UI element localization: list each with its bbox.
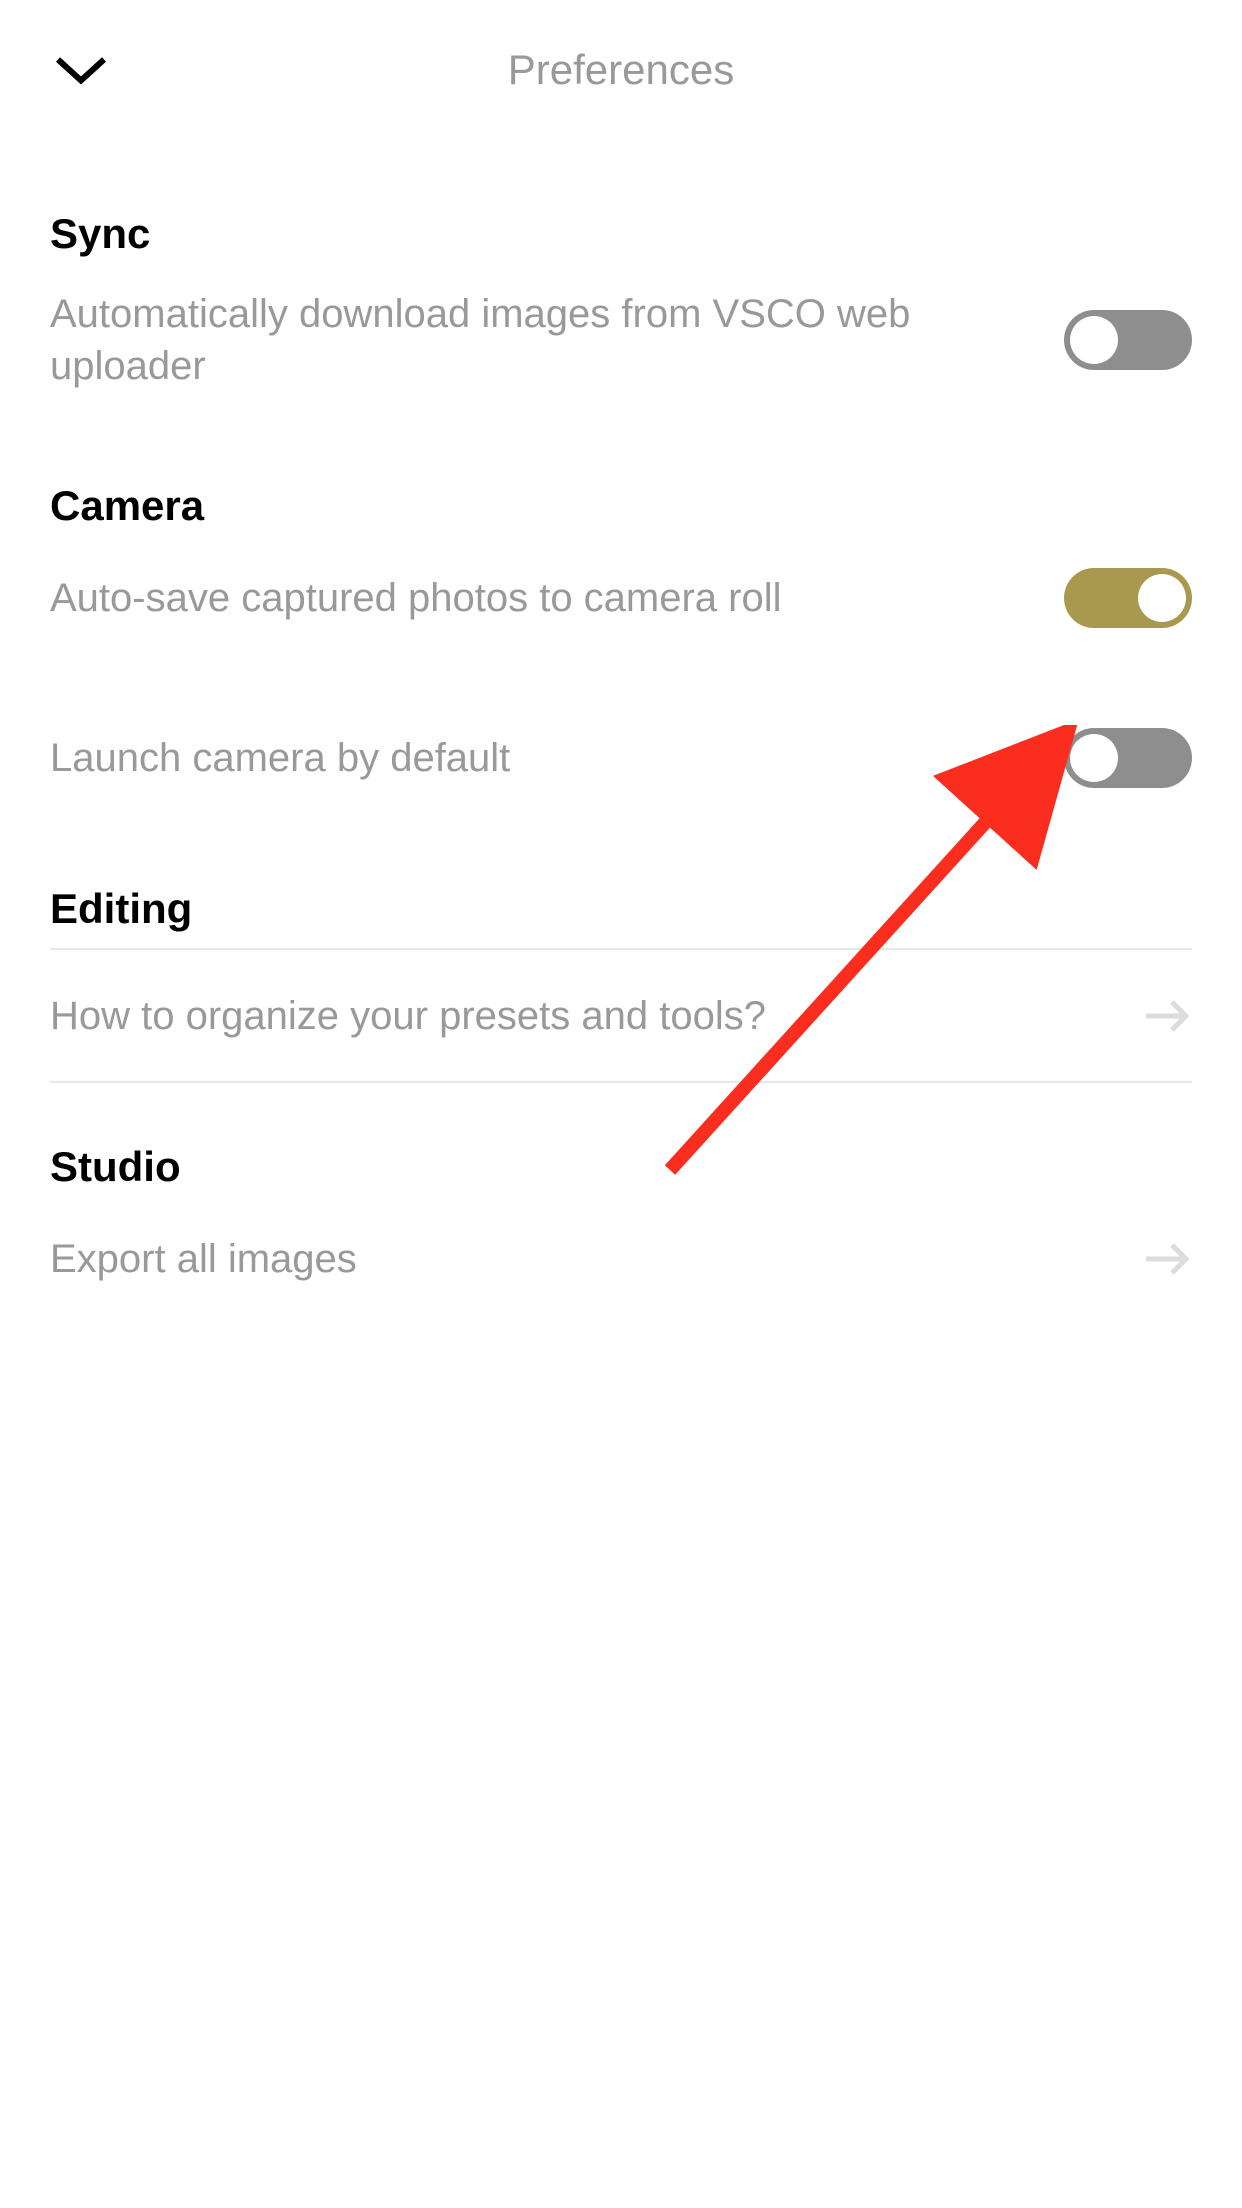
- section-title-editing: Editing: [50, 885, 1192, 933]
- arrow-right-icon: [1144, 996, 1192, 1036]
- toggle-knob: [1138, 574, 1186, 622]
- section-title-studio: Studio: [50, 1143, 1192, 1191]
- organize-presets-label: How to organize your presets and tools?: [50, 990, 766, 1042]
- export-all-label: Export all images: [50, 1233, 357, 1285]
- launch-camera-label: Launch camera by default: [50, 732, 510, 784]
- auto-save-label: Auto-save captured photos to camera roll: [50, 572, 782, 624]
- header: Preferences: [0, 0, 1242, 140]
- row-auto-download: Automatically download images from VSCO …: [50, 258, 1192, 422]
- toggle-knob: [1070, 316, 1118, 364]
- chevron-down-icon: [54, 54, 108, 87]
- arrow-right-icon: [1144, 1239, 1192, 1279]
- section-title-sync: Sync: [50, 210, 1192, 258]
- row-launch-camera: Launch camera by default: [50, 690, 1192, 825]
- toggle-knob: [1070, 734, 1118, 782]
- row-auto-save: Auto-save captured photos to camera roll: [50, 530, 1192, 665]
- auto-download-toggle[interactable]: [1064, 310, 1192, 370]
- auto-save-toggle[interactable]: [1064, 568, 1192, 628]
- launch-camera-toggle[interactable]: [1064, 728, 1192, 788]
- content: Sync Automatically download images from …: [0, 210, 1242, 1326]
- section-title-camera: Camera: [50, 482, 1192, 530]
- back-button[interactable]: [54, 54, 108, 87]
- page-title: Preferences: [508, 46, 734, 94]
- row-organize-presets[interactable]: How to organize your presets and tools?: [50, 948, 1192, 1083]
- auto-download-label: Automatically download images from VSCO …: [50, 288, 1064, 392]
- row-export-all[interactable]: Export all images: [50, 1191, 1192, 1326]
